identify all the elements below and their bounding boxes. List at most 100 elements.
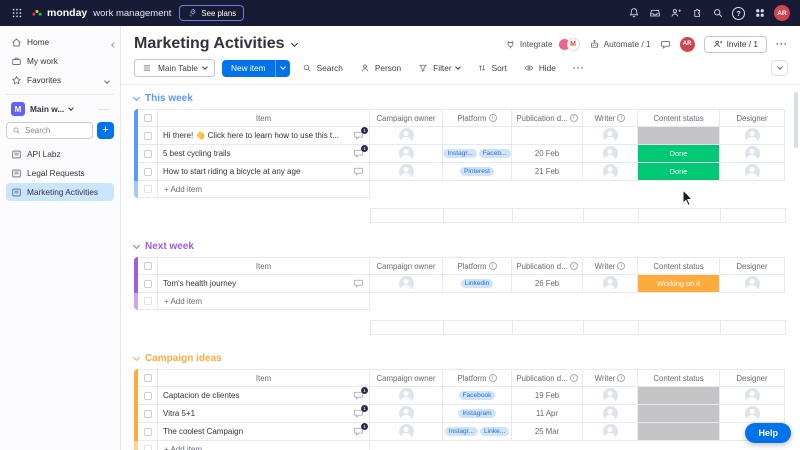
user-avatar[interactable]: AR bbox=[774, 5, 790, 21]
row-checkbox[interactable] bbox=[143, 167, 152, 176]
page-title[interactable]: Marketing Activities bbox=[134, 35, 285, 53]
invite-button[interactable]: Invite / 1 bbox=[703, 35, 767, 53]
item-cell[interactable]: How to start riding a bicycle at any age bbox=[158, 163, 370, 181]
sort-button[interactable]: Sort bbox=[471, 60, 512, 76]
add-item-row[interactable]: + Add item bbox=[134, 441, 370, 450]
select-all-checkbox[interactable] bbox=[143, 262, 152, 270]
automate-button[interactable]: Automate / 1 bbox=[589, 39, 651, 50]
group-collapse-icon[interactable] bbox=[132, 353, 141, 362]
integrate-button[interactable]: Integrate bbox=[505, 39, 553, 50]
publication-date-cell[interactable]: 26 Feb bbox=[512, 275, 583, 293]
campaign-owner-cell[interactable] bbox=[370, 387, 443, 405]
board-more-icon[interactable]: ··· bbox=[776, 39, 788, 49]
search-icon[interactable] bbox=[711, 7, 724, 20]
designer-cell[interactable] bbox=[720, 387, 785, 405]
collapse-header-button[interactable] bbox=[771, 60, 788, 76]
platform-cell[interactable]: Linkedin bbox=[443, 275, 512, 293]
publication-date-cell[interactable]: 25 Mar bbox=[512, 423, 583, 441]
column-header-content-status[interactable]: Content status bbox=[638, 109, 720, 127]
column-header-designer[interactable]: Designer bbox=[720, 369, 785, 387]
inbox-tray-icon[interactable] bbox=[648, 7, 661, 20]
writer-cell[interactable] bbox=[583, 275, 638, 293]
group-title[interactable]: Campaign ideas bbox=[145, 353, 222, 364]
item-cell[interactable]: 5 best cycling trails 1 bbox=[158, 145, 370, 163]
campaign-owner-cell[interactable] bbox=[370, 423, 443, 441]
row-checkbox[interactable] bbox=[143, 427, 152, 436]
item-cell[interactable]: Vitra 5+1 1 bbox=[158, 405, 370, 423]
content-status-cell[interactable]: Working on it bbox=[638, 275, 720, 293]
content-status-cell[interactable] bbox=[638, 423, 720, 441]
search-button[interactable]: Search bbox=[296, 60, 348, 76]
new-item-button[interactable]: New item bbox=[221, 59, 275, 77]
row-checkbox[interactable] bbox=[143, 279, 152, 288]
column-header-campaign-owner[interactable]: Campaign owner bbox=[370, 109, 443, 127]
publication-date-cell[interactable]: 11 Apr bbox=[512, 405, 583, 423]
column-header-platform[interactable]: Platform i bbox=[443, 257, 512, 275]
column-header-writer[interactable]: Writer i bbox=[583, 257, 638, 275]
column-header-platform[interactable]: Platform i bbox=[443, 369, 512, 387]
designer-cell[interactable] bbox=[720, 145, 785, 163]
column-header-writer[interactable]: Writer i bbox=[583, 369, 638, 387]
row-checkbox[interactable] bbox=[143, 131, 152, 140]
writer-cell[interactable] bbox=[583, 405, 638, 423]
sidebar-item-favorites[interactable]: Favorites bbox=[6, 71, 114, 89]
conversation-icon[interactable]: 1 bbox=[353, 127, 368, 141]
platform-cell[interactable]: Instagr... Linke... bbox=[443, 423, 512, 441]
sidebar-board-marketing-activities[interactable]: Marketing Activities bbox=[6, 183, 114, 201]
campaign-owner-cell[interactable] bbox=[370, 127, 443, 145]
select-all-checkbox[interactable] bbox=[143, 374, 152, 382]
sidebar-board-api-labz[interactable]: API Labz bbox=[6, 145, 114, 163]
hide-button[interactable]: Hide bbox=[518, 60, 561, 76]
platform-cell[interactable]: Pinterest bbox=[443, 163, 512, 181]
writer-cell[interactable] bbox=[583, 423, 638, 441]
person-filter-button[interactable]: Person bbox=[354, 60, 407, 76]
vertical-scrollbar[interactable] bbox=[794, 92, 798, 148]
content-status-cell[interactable] bbox=[638, 387, 720, 405]
column-header-writer[interactable]: Writer i bbox=[583, 109, 638, 127]
group-title[interactable]: Next week bbox=[145, 241, 194, 252]
sidebar-item-home[interactable]: Home bbox=[6, 33, 114, 51]
column-header-publication-d[interactable]: Publication d... i bbox=[512, 109, 583, 127]
campaign-owner-cell[interactable] bbox=[370, 163, 443, 181]
product-switcher-icon[interactable] bbox=[753, 7, 766, 20]
sidebar-search-input[interactable]: Search bbox=[6, 122, 93, 139]
platform-cell[interactable]: Facebook bbox=[443, 387, 512, 405]
column-header-content-status[interactable]: Content status bbox=[638, 257, 720, 275]
view-selector[interactable]: Main Table bbox=[134, 59, 215, 77]
add-item-row[interactable]: + Add item bbox=[134, 293, 370, 310]
toolbar-more-icon[interactable]: ··· bbox=[567, 60, 590, 76]
writer-cell[interactable] bbox=[583, 145, 638, 163]
publication-date-cell[interactable]: 21 Feb bbox=[512, 163, 583, 181]
sidebar-board-legal-requests[interactable]: Legal Requests bbox=[6, 164, 114, 182]
content-status-cell[interactable]: Done bbox=[638, 145, 720, 163]
group-collapse-icon[interactable] bbox=[132, 93, 141, 102]
column-header-publication-d[interactable]: Publication d... i bbox=[512, 369, 583, 387]
group-collapse-icon[interactable] bbox=[132, 241, 141, 250]
collapse-sidebar-icon[interactable] bbox=[111, 34, 117, 52]
see-plans-button[interactable]: See plans bbox=[179, 5, 245, 21]
marketplace-puzzle-icon[interactable] bbox=[690, 7, 703, 20]
column-header-item[interactable]: Item bbox=[158, 109, 370, 127]
column-header-item[interactable]: Item bbox=[158, 369, 370, 387]
row-checkbox[interactable] bbox=[143, 409, 152, 418]
platform-cell[interactable]: Instagr... Faceb... bbox=[443, 145, 512, 163]
campaign-owner-cell[interactable] bbox=[370, 405, 443, 423]
workspace-more-icon[interactable]: ··· bbox=[100, 105, 110, 114]
row-checkbox[interactable] bbox=[143, 149, 152, 158]
select-all-checkbox[interactable] bbox=[143, 114, 152, 122]
column-header-content-status[interactable]: Content status bbox=[638, 369, 720, 387]
conversation-icon[interactable] bbox=[353, 166, 364, 177]
sidebar-item-my-work[interactable]: My work bbox=[6, 52, 114, 70]
column-header-publication-d[interactable]: Publication d... i bbox=[512, 257, 583, 275]
workspace-selector[interactable]: M Main w... ··· bbox=[6, 100, 114, 118]
content-status-cell[interactable] bbox=[638, 127, 720, 145]
designer-cell[interactable] bbox=[720, 405, 785, 423]
platform-cell[interactable] bbox=[443, 127, 512, 145]
item-cell[interactable]: Captacion de clientes 1 bbox=[158, 387, 370, 405]
platform-cell[interactable]: Instagram bbox=[443, 405, 512, 423]
filter-button[interactable]: Filter bbox=[413, 60, 465, 76]
content-status-cell[interactable]: Done bbox=[638, 163, 720, 181]
content-status-cell[interactable] bbox=[638, 405, 720, 423]
board-title-chevron-icon[interactable] bbox=[290, 39, 298, 47]
writer-cell[interactable] bbox=[583, 127, 638, 145]
